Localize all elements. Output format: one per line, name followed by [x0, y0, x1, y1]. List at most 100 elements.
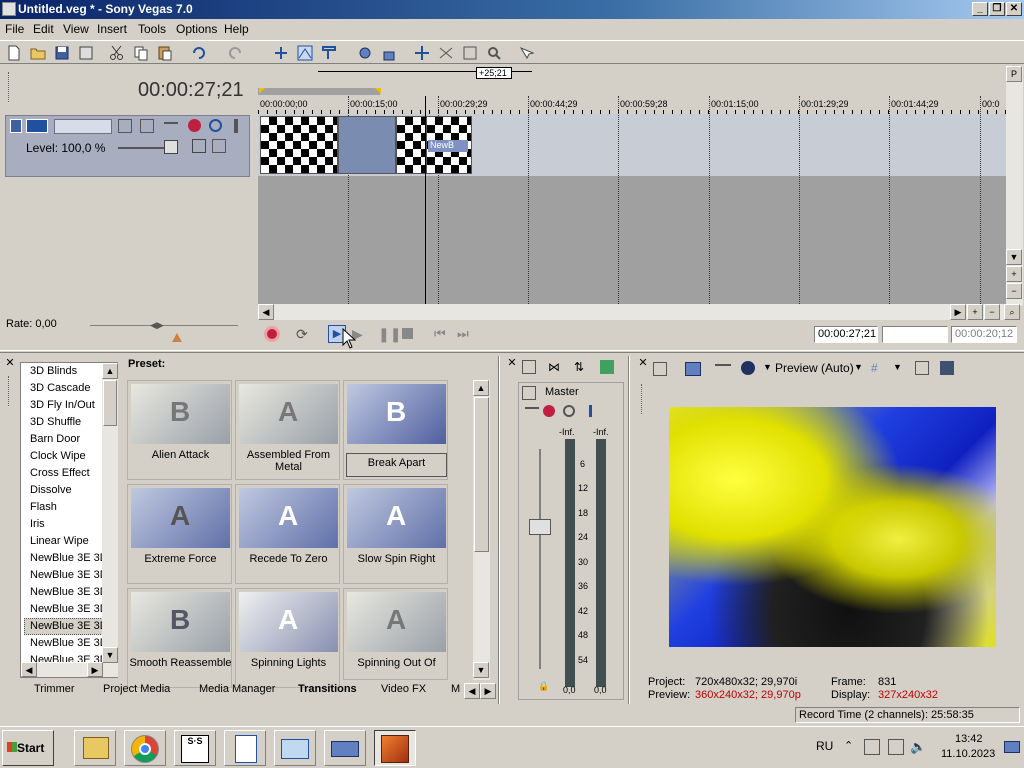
- list-item[interactable]: NewBlue 3E 3D: [30, 569, 108, 581]
- new-icon[interactable]: [5, 44, 23, 62]
- selection-length-time[interactable]: 00:00:20;12: [951, 326, 1017, 343]
- drag-grip[interactable]: [641, 384, 645, 414]
- language-indicator[interactable]: RU: [816, 739, 833, 753]
- scroll-down-button[interactable]: ▼: [473, 662, 489, 678]
- menu-file[interactable]: File: [5, 22, 24, 36]
- menu-options[interactable]: Options: [176, 22, 217, 36]
- transition-label[interactable]: NewB: [428, 140, 468, 152]
- list-item[interactable]: NewBlue 3E 3D: [30, 586, 108, 598]
- preview-fx-icon[interactable]: [741, 361, 755, 375]
- insert-bus-icon[interactable]: ⋈: [548, 360, 562, 374]
- preview-video-frame[interactable]: [669, 407, 996, 647]
- docking-splitter[interactable]: [0, 350, 1024, 353]
- maximize-button[interactable]: ❐: [989, 2, 1005, 16]
- loop-region[interactable]: [258, 88, 380, 95]
- zoom-tool-icon[interactable]: ⌕: [1004, 304, 1020, 320]
- preset-thumbnail[interactable]: A Assembled From Metal: [235, 380, 340, 480]
- preview-properties-icon[interactable]: [653, 362, 667, 376]
- scroll-right-button[interactable]: ▶: [950, 304, 966, 320]
- scroll-right-button[interactable]: ▶: [87, 662, 103, 677]
- list-item[interactable]: 3D Shuffle: [30, 416, 81, 428]
- chevron-down-icon[interactable]: ▼: [854, 362, 863, 372]
- mixer-fx-icon[interactable]: [600, 360, 614, 374]
- list-item[interactable]: Flash: [30, 501, 57, 513]
- preset-thumbnail[interactable]: A Extreme Force: [127, 484, 232, 584]
- copy-icon[interactable]: [132, 44, 150, 62]
- preset-thumbnail[interactable]: B Smooth Reassemble: [127, 588, 232, 688]
- copy-snapshot-icon[interactable]: [915, 361, 929, 375]
- mixer-properties-icon[interactable]: [522, 360, 536, 374]
- taskbar-document-icon[interactable]: [224, 730, 266, 766]
- tab-scroll-right[interactable]: ▶: [480, 683, 496, 699]
- close-button[interactable]: ✕: [1006, 2, 1022, 16]
- scroll-down-button[interactable]: ▼: [102, 647, 118, 663]
- preset-thumbnail[interactable]: A Slow Spin Right: [343, 484, 448, 584]
- selection-end-time[interactable]: [882, 326, 948, 343]
- start-button[interactable]: Start: [2, 730, 54, 766]
- zoom-icon[interactable]: [485, 44, 503, 62]
- go-to-end-button[interactable]: ⏭: [457, 326, 469, 342]
- track-fx-icon[interactable]: [188, 119, 201, 132]
- app-icon[interactable]: [2, 2, 16, 16]
- list-item[interactable]: Iris: [30, 518, 45, 530]
- scroll-down-button[interactable]: ▼: [1006, 249, 1022, 265]
- solo-icon[interactable]: [140, 119, 154, 133]
- taskbar-vegas-icon[interactable]: [374, 730, 416, 766]
- save-icon[interactable]: [53, 44, 71, 62]
- timeline-hscroll[interactable]: [258, 304, 1006, 320]
- rate-slider-thumb[interactable]: ◀▶: [150, 320, 174, 330]
- pause-button[interactable]: ❚❚: [378, 326, 401, 343]
- parent-icon[interactable]: [212, 139, 226, 153]
- loop-start-marker[interactable]: [259, 88, 265, 94]
- taskbar-keyboard-icon[interactable]: [324, 730, 366, 766]
- tab-project-media[interactable]: Project Media: [103, 683, 170, 695]
- open-icon[interactable]: [29, 44, 47, 62]
- selection-tool-icon[interactable]: [320, 44, 338, 62]
- preset-thumbnail[interactable]: B Alien Attack: [127, 380, 232, 480]
- list-item[interactable]: NewBlue 3E 3D: [30, 637, 108, 649]
- whats-this-icon[interactable]: [517, 44, 535, 62]
- undo-icon[interactable]: [190, 44, 208, 62]
- timeline-ruler[interactable]: +25;21 00:00:00;00 00:00:15;00 00:00:29;…: [258, 66, 1006, 114]
- drag-grip[interactable]: [8, 376, 12, 406]
- lock-icon[interactable]: 🔒: [538, 681, 549, 692]
- stop-button[interactable]: [402, 328, 413, 339]
- scroll-left-button[interactable]: ◀: [21, 662, 37, 677]
- bus-fx-icon[interactable]: [543, 405, 555, 417]
- preset-thumbnail[interactable]: B Break Apart: [343, 380, 448, 480]
- preset-thumbnail[interactable]: A Spinning Out Of: [343, 588, 448, 680]
- compositing-icon[interactable]: [192, 139, 206, 153]
- tab-transitions[interactable]: Transitions: [298, 683, 357, 695]
- scroll-up-button[interactable]: ▲: [102, 363, 118, 379]
- list-item[interactable]: Dissolve: [30, 484, 72, 496]
- tab-media-manager[interactable]: Media Manager: [199, 683, 275, 695]
- taskbar-explorer-icon[interactable]: [74, 730, 116, 766]
- clock-time[interactable]: 13:42: [955, 733, 983, 745]
- menu-edit[interactable]: Edit: [33, 22, 54, 36]
- tray-network-icon[interactable]: [888, 739, 904, 755]
- close-window-icon[interactable]: ✕: [3, 356, 17, 370]
- track-motion-icon[interactable]: [164, 122, 178, 130]
- auto-crossfade-icon[interactable]: [437, 44, 455, 62]
- preset-thumbnail[interactable]: A Recede To Zero: [235, 484, 340, 584]
- tab-trimmer[interactable]: Trimmer: [34, 683, 75, 695]
- redo-icon[interactable]: [226, 44, 244, 62]
- list-item-selected[interactable]: NewBlue 3E 3D: [30, 620, 108, 632]
- chevron-down-icon[interactable]: ▼: [763, 362, 772, 372]
- taskbar-window-icon[interactable]: [274, 730, 316, 766]
- empty-track-area[interactable]: [258, 176, 1006, 304]
- list-item[interactable]: NewBlue 3E 3D: [30, 654, 108, 662]
- split-screen-icon[interactable]: [715, 364, 731, 372]
- properties-icon[interactable]: [77, 44, 95, 62]
- close-window-icon[interactable]: ✕: [505, 356, 519, 370]
- master-fader-thumb[interactable]: [529, 519, 551, 535]
- menu-insert[interactable]: Insert: [97, 22, 127, 36]
- envelope-tool-icon[interactable]: [296, 44, 314, 62]
- list-item[interactable]: Cross Effect: [30, 467, 90, 479]
- list-item[interactable]: NewBlue 3E 3D: [30, 603, 108, 615]
- snapping-icon[interactable]: [413, 44, 431, 62]
- tray-flag-icon[interactable]: [864, 739, 880, 755]
- scroll-left-button[interactable]: ◀: [258, 304, 274, 320]
- lock-envelopes-icon[interactable]: [380, 44, 398, 62]
- chevron-down-icon[interactable]: ▼: [893, 362, 902, 372]
